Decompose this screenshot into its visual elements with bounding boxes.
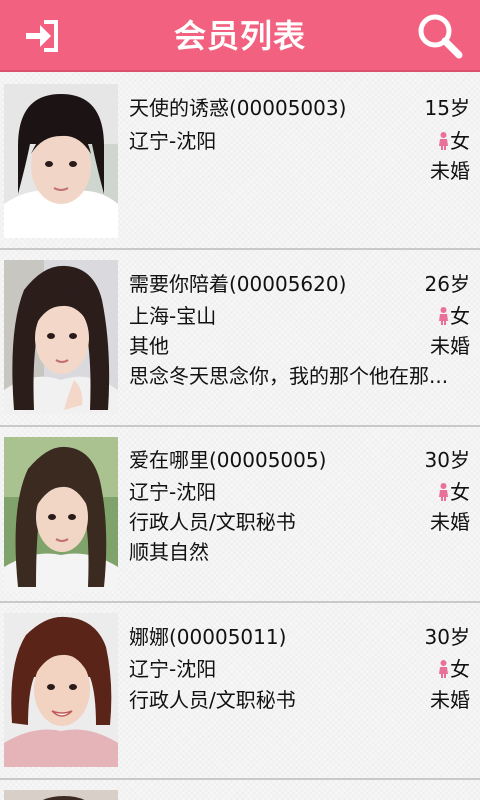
member-gender: 女 [439,656,470,682]
search-icon [418,14,463,59]
member-job: 其他 [129,334,169,358]
member-gender: 女 [439,303,470,329]
member-location: 辽宁-沈阳 [129,129,217,153]
member-age: 30岁 [424,625,470,649]
member-gender-label: 女 [450,657,470,681]
search-button[interactable] [412,8,468,64]
member-marital: 未婚 [430,159,470,183]
member-location: 辽宁-沈阳 [129,657,217,681]
member-name: 天使的诱惑(00005003) [129,96,347,120]
member-marital: 未婚 [430,688,470,712]
member-name: 爱在哪里(00005005) [129,448,327,472]
member-age: 26岁 [424,272,470,296]
header-bar: 会员列表 [0,0,480,72]
member-name: 需要你陪着(00005620) [129,272,347,296]
member-name: 娜娜(00005011) [129,625,287,649]
member-signature: 思念冬天思念你，我的那个他在那... [129,364,449,388]
member-job: 行政人员/文职秘书 [129,510,296,534]
female-icon [439,132,448,150]
member-gender-label: 女 [450,480,470,504]
member-row[interactable]: 天使的诱惑(00005003) 15岁 辽宁-沈阳 女 未婚 [0,72,480,250]
member-age: 30岁 [424,448,470,472]
member-location: 辽宁-沈阳 [129,480,217,504]
member-gender-label: 女 [450,129,470,153]
member-location: 上海-宝山 [129,304,217,328]
member-row[interactable]: 需要你陪着(00005620) 26岁 上海-宝山 女 其他 未婚 思念冬天思念… [0,250,480,427]
member-row[interactable]: 娜娜(00005011) 30岁 辽宁-沈阳 女 行政人员/文职秘书 未婚 [0,603,480,780]
member-job: 行政人员/文职秘书 [129,688,296,712]
member-row[interactable] [0,780,480,800]
member-avatar [4,613,118,767]
member-avatar [4,790,118,800]
member-avatar [4,260,118,414]
member-gender-label: 女 [450,304,470,328]
member-avatar [4,84,118,238]
female-icon [439,660,448,678]
member-age: 15岁 [424,96,470,120]
member-avatar [4,437,118,591]
member-row[interactable]: 爱在哪里(00005005) 30岁 辽宁-沈阳 女 行政人员/文职秘书 未婚 … [0,427,480,603]
page-title: 会员列表 [173,17,306,55]
app-root: 会员列表 天使的诱惑(00005003) 15岁 辽宁-沈阳 女 未婚 需要你陪… [0,0,480,800]
member-gender: 女 [439,479,470,505]
member-gender: 女 [439,128,470,154]
member-marital: 未婚 [430,334,470,358]
female-icon [439,483,448,501]
member-signature: 顺其自然 [129,540,209,564]
member-marital: 未婚 [430,510,470,534]
female-icon [439,307,448,325]
member-list[interactable]: 天使的诱惑(00005003) 15岁 辽宁-沈阳 女 未婚 需要你陪着(000… [0,72,480,800]
